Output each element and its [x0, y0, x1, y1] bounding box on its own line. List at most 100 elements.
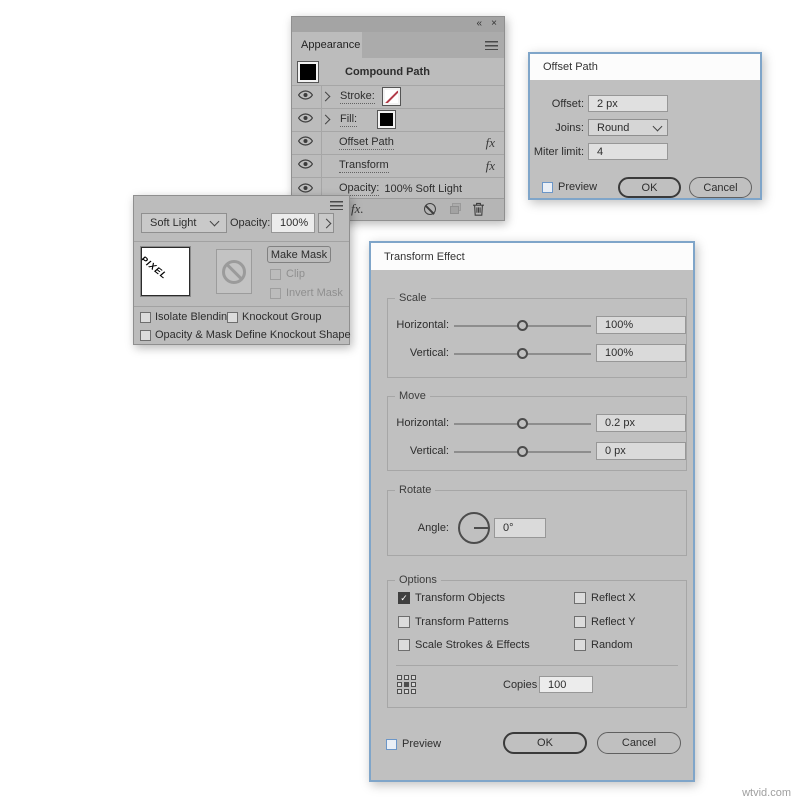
row-stroke[interactable]: Stroke:	[292, 85, 504, 109]
move-horizontal-input[interactable]	[596, 414, 686, 432]
row-transform-effect[interactable]: Transform fx	[292, 154, 504, 178]
move-vertical-slider[interactable]	[454, 451, 591, 453]
row-offset-path-effect[interactable]: Offset Path fx	[292, 131, 504, 155]
expand-chevron-icon[interactable]	[321, 92, 331, 102]
ok-label: OK	[537, 737, 553, 749]
row-fill[interactable]: Fill:	[292, 108, 504, 132]
opacity-stepper-button[interactable]	[318, 213, 334, 233]
object-thumbnail[interactable]: PIXEL	[141, 247, 190, 296]
scale-group-title: Scale	[395, 292, 431, 304]
close-panel-icon[interactable]: ×	[491, 18, 497, 29]
visibility-eye-icon[interactable]	[298, 90, 313, 103]
row-compound-path[interactable]: Compound Path	[292, 58, 504, 86]
delete-trash-icon[interactable]	[472, 202, 485, 219]
opacity-link-label[interactable]: Opacity:	[339, 182, 379, 196]
rotate-group: Rotate Angle:	[387, 490, 687, 556]
miter-limit-input[interactable]	[588, 143, 668, 160]
transform-patterns-checkbox[interactable]	[398, 616, 410, 628]
random-label: Random	[591, 639, 633, 651]
visibility-eye-icon[interactable]	[298, 136, 313, 149]
clip-checkbox[interactable]	[270, 269, 281, 280]
random-checkbox[interactable]	[574, 639, 586, 651]
fill-swatch[interactable]	[378, 111, 395, 128]
offset-path-effect-label[interactable]: Offset Path	[339, 136, 394, 150]
preview-checkbox[interactable]	[542, 182, 553, 193]
transparency-panel: Soft Light Opacity: PIXEL Make Mask Clip…	[133, 195, 350, 345]
add-new-effect-icon[interactable]: fx.	[351, 201, 364, 217]
make-mask-button[interactable]: Make Mask	[267, 246, 331, 263]
ok-button[interactable]: OK	[618, 177, 681, 198]
slider-knob[interactable]	[517, 320, 528, 331]
compound-path-swatch[interactable]	[298, 62, 318, 82]
invert-mask-checkbox[interactable]	[270, 288, 281, 299]
scale-strokes-effects-checkbox[interactable]	[398, 639, 410, 651]
transform-objects-checkbox[interactable]	[398, 592, 410, 604]
offset-label: Offset:	[530, 98, 584, 110]
offset-path-titlebar[interactable]: Offset Path	[530, 54, 760, 80]
visibility-eye-icon[interactable]	[298, 159, 313, 172]
visibility-eye-icon[interactable]	[298, 113, 313, 126]
expand-chevron-icon[interactable]	[321, 115, 331, 125]
opacity-input[interactable]	[271, 213, 315, 233]
chevron-down-icon	[210, 217, 220, 227]
copies-label: Copies	[503, 679, 537, 691]
mask-thumbnail-empty[interactable]	[216, 249, 252, 294]
fx-effect-icon[interactable]: fx	[486, 158, 495, 174]
reference-point-locator[interactable]	[397, 675, 416, 694]
angle-input[interactable]	[494, 518, 546, 538]
collapse-panel-icon[interactable]: «	[476, 18, 482, 29]
slider-knob[interactable]	[517, 446, 528, 457]
move-vertical-label: Vertical:	[388, 445, 449, 457]
angle-dial[interactable]	[458, 512, 490, 544]
reflect-x-checkbox[interactable]	[574, 592, 586, 604]
fill-label[interactable]: Fill:	[340, 113, 357, 127]
fx-effect-icon[interactable]: fx	[486, 135, 495, 151]
thumbnail-pixel-text: PIXEL	[141, 254, 169, 281]
blend-mode-value: Soft Light	[150, 217, 211, 229]
miter-limit-label: Miter limit:	[530, 146, 584, 158]
offset-path-dialog: Offset Path Offset: Joins: Round Miter l…	[528, 52, 762, 200]
joins-dropdown[interactable]: Round	[588, 119, 668, 136]
scale-vertical-input[interactable]	[596, 344, 686, 362]
scale-horizontal-slider[interactable]	[454, 325, 591, 327]
move-vertical-input[interactable]	[596, 442, 686, 460]
preview-checkbox[interactable]	[386, 739, 397, 750]
copies-input[interactable]	[539, 676, 593, 693]
move-horizontal-label: Horizontal:	[388, 417, 449, 429]
reflect-y-label: Reflect Y	[591, 616, 635, 628]
chevron-down-icon	[653, 121, 663, 131]
move-group-title: Move	[395, 390, 430, 402]
slider-knob[interactable]	[517, 418, 528, 429]
offset-input[interactable]	[588, 95, 668, 112]
transform-effect-titlebar[interactable]: Transform Effect	[371, 243, 693, 270]
tab-appearance-label: Appearance	[301, 39, 360, 51]
divider	[396, 665, 678, 666]
slider-knob[interactable]	[517, 348, 528, 359]
cancel-label: Cancel	[703, 182, 737, 194]
make-mask-label: Make Mask	[271, 249, 327, 261]
transform-effect-label[interactable]: Transform	[339, 159, 389, 173]
opacity-mask-knockout-checkbox[interactable]	[140, 330, 151, 341]
clear-appearance-icon[interactable]	[424, 203, 436, 215]
cancel-button[interactable]: Cancel	[597, 732, 681, 754]
move-horizontal-slider[interactable]	[454, 423, 591, 425]
panel-menu-icon[interactable]	[485, 41, 498, 50]
duplicate-item-icon[interactable]	[449, 203, 462, 218]
stroke-none-swatch[interactable]	[383, 88, 400, 105]
knockout-group-checkbox[interactable]	[227, 312, 238, 323]
scale-strokes-effects-label: Scale Strokes & Effects	[415, 639, 530, 651]
rotate-group-title: Rotate	[395, 484, 435, 496]
stroke-label[interactable]: Stroke:	[340, 90, 375, 104]
offset-path-title: Offset Path	[543, 61, 598, 73]
isolate-blending-checkbox[interactable]	[140, 312, 151, 323]
visibility-eye-icon[interactable]	[298, 183, 313, 196]
ok-button[interactable]: OK	[503, 732, 587, 754]
tab-appearance[interactable]: Appearance	[292, 32, 362, 58]
blend-mode-dropdown[interactable]: Soft Light	[141, 213, 227, 233]
cancel-button[interactable]: Cancel	[689, 177, 752, 198]
scale-vertical-slider[interactable]	[454, 353, 591, 355]
panel-menu-icon[interactable]	[330, 201, 343, 210]
reflect-y-checkbox[interactable]	[574, 616, 586, 628]
scale-horizontal-input[interactable]	[596, 316, 686, 334]
joins-label: Joins:	[530, 122, 584, 134]
